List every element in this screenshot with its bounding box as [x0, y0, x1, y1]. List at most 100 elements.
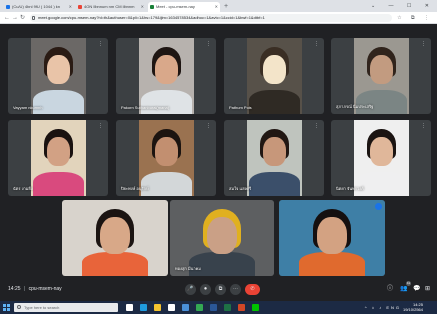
tab-favicon-icon: [78, 5, 82, 9]
participant-video: [31, 38, 86, 114]
microphone-button[interactable]: 🎤: [185, 284, 196, 295]
leave-call-button[interactable]: ✆: [245, 284, 260, 295]
browser-tab-meet[interactable]: Meet - cpu-msem-nay ✕: [148, 2, 220, 12]
address-bar[interactable]: meet.google.com/cpu-msem-nay?hl=th&authu…: [30, 14, 392, 22]
participant-face: [262, 54, 287, 84]
participant-tile[interactable]: นิตยา จันทรวงศ์ ⋮: [331, 120, 431, 196]
task-view-icon[interactable]: [126, 304, 133, 311]
forward-icon[interactable]: →: [12, 13, 18, 23]
participant-shirt: [141, 89, 192, 114]
meeting-details: 14:25 | cpu-msem-nay: [8, 286, 62, 292]
participant-shirt: [249, 89, 300, 114]
participant-tile[interactable]: Pathum Pois ⋮: [224, 38, 324, 114]
participant-tile[interactable]: ปิยะพงษ์ อนุรักษ์ ⋮: [116, 120, 216, 196]
bookmark-star-icon[interactable]: ☆: [397, 15, 405, 21]
clock-date: 19/10/2564: [402, 307, 423, 312]
participant-face: [207, 216, 237, 255]
window-controls[interactable]: ⌄ — ☐ ✕: [371, 0, 435, 12]
participant-shirt: [141, 171, 192, 196]
participant-tile[interactable]: ทองสุก มีนาคม: [170, 200, 274, 276]
minimize-icon[interactable]: —: [389, 3, 400, 9]
browser-menu-icon[interactable]: ⋮: [424, 15, 433, 21]
tile-options-icon[interactable]: ⋮: [98, 42, 103, 47]
participant-tile[interactable]: สมใจ แสงศรี ⋮: [224, 120, 324, 196]
tab-title: 4ON Ilbnnum nm CM ilbnnm: [84, 4, 135, 9]
tile-options-icon[interactable]: ⋮: [206, 124, 211, 129]
more-options-button[interactable]: ⋯: [230, 284, 241, 295]
windows-taskbar: Type here to search ^ ⌂ ♪ ENG 14:25 19/1…: [0, 301, 437, 314]
meeting-stage: Vayyam nkumnh ⋮ Pakorn Suthanburai(mana) ⋮ P…: [0, 25, 437, 279]
tile-options-icon[interactable]: ⋮: [98, 124, 103, 129]
participant-shirt: [356, 89, 407, 114]
windows-start-icon[interactable]: [3, 304, 10, 311]
participant-name: Pathum Pois: [229, 105, 252, 110]
browser-tools: ☆ ⧉ ⋮: [397, 13, 433, 23]
participant-name: สุภาภรณ์ นิ่มประเสริฐ: [336, 104, 374, 109]
browser-toolbar: ← → ↻ meet.google.com/cpu-msem-nay?hl=th…: [0, 12, 437, 24]
participant-tile[interactable]: สุภาภรณ์ นิ่มประเสริฐ ⋮: [331, 38, 431, 114]
participant-shirt: [356, 171, 407, 196]
participant-tile[interactable]: Pakorn Suthanburai(mana) ⋮: [116, 38, 216, 114]
activities-icon[interactable]: ⊞: [425, 284, 430, 295]
participant-tile[interactable]: ฉัตร งามยิ่ง ⋮: [8, 120, 108, 196]
camera-button[interactable]: ⏺: [200, 284, 211, 295]
word-icon[interactable]: [210, 304, 217, 311]
meeting-controls-bar: 14:25 | cpu-msem-nay 🎤 ⏺ ⧉ ⋯ ✆ ⓘ 👥 11 💬 …: [0, 279, 437, 301]
participant-tile[interactable]: [62, 200, 168, 276]
tile-options-icon[interactable]: ⋮: [421, 42, 426, 47]
tab-title: Meet - cpu-msem-nay: [156, 4, 195, 9]
participant-face: [154, 54, 179, 84]
tile-options-icon[interactable]: ⋮: [421, 124, 426, 129]
tile-options-icon[interactable]: ⋮: [314, 42, 319, 47]
tile-options-icon[interactable]: ⋮: [314, 124, 319, 129]
chat-icon[interactable]: 💬: [413, 284, 420, 295]
meeting-separator: |: [23, 286, 26, 292]
edge-icon[interactable]: [140, 304, 147, 311]
browser-tab-strip: (Cu/U) 4bnl 9fU ( 1044 ) kn ✕ 4ON Ilbnnu…: [0, 0, 437, 12]
maximize-icon[interactable]: ☐: [407, 3, 417, 9]
close-tab-icon[interactable]: ✕: [215, 2, 218, 12]
tab-search-icon[interactable]: ⌄: [371, 3, 381, 9]
participant-name: สมใจ แสงศรี: [229, 186, 252, 191]
close-tab-icon[interactable]: ✕: [141, 2, 144, 12]
line-icon[interactable]: [252, 304, 259, 311]
participant-shirt: [82, 251, 148, 276]
reload-icon[interactable]: ↻: [20, 13, 25, 23]
excel-icon[interactable]: [224, 304, 231, 311]
chrome-icon[interactable]: [196, 304, 203, 311]
taskbar-clock[interactable]: 14:25 19/10/2564: [403, 302, 423, 312]
participant-name: ปิยะพงษ์ อนุรักษ์: [121, 186, 149, 191]
participant-face: [46, 54, 71, 84]
mail-icon[interactable]: [182, 304, 189, 311]
close-window-icon[interactable]: ✕: [425, 3, 435, 9]
speaking-indicator-icon: [375, 203, 382, 210]
tile-options-icon[interactable]: ⋮: [206, 42, 211, 47]
participant-shirt: [249, 171, 300, 196]
url-text: meet.google.com/cpu-msem-nay?hl=th&authu…: [38, 15, 265, 20]
meeting-info-icon[interactable]: ⓘ: [387, 284, 393, 295]
new-tab-button[interactable]: +: [224, 2, 228, 11]
file-explorer-icon[interactable]: [154, 304, 161, 311]
taskbar-search-box[interactable]: Type here to search: [14, 303, 118, 312]
participant-face: [262, 136, 287, 166]
browser-tab-2[interactable]: 4ON Ilbnnum nm CM ilbnnm ✕: [76, 2, 146, 12]
participant-name: ทองสุก มีนาคม: [175, 266, 201, 271]
participant-tile[interactable]: [279, 200, 385, 276]
back-icon[interactable]: ←: [4, 13, 10, 23]
taskbar-search-placeholder: Type here to search: [24, 305, 60, 310]
participant-tile[interactable]: Vayyam nkumnh ⋮: [8, 38, 108, 114]
participant-shirt: [299, 251, 365, 276]
participant-face: [317, 216, 347, 255]
extensions-icon[interactable]: ⧉: [411, 15, 419, 21]
powerpoint-icon[interactable]: [238, 304, 245, 311]
people-count-badge: 11: [406, 281, 411, 286]
browser-tab-1[interactable]: (Cu/U) 4bnl 9fU ( 1044 ) kn ✕: [4, 2, 74, 12]
close-tab-icon[interactable]: ✕: [69, 2, 72, 12]
captions-button[interactable]: ⧉: [215, 284, 226, 295]
store-icon[interactable]: [168, 304, 175, 311]
system-tray-icons[interactable]: ^ ⌂ ♪ ENG: [365, 305, 401, 310]
participant-face: [369, 136, 394, 166]
participant-video: [31, 120, 86, 196]
participant-video: [62, 200, 168, 276]
participant-shirt: [33, 171, 84, 196]
